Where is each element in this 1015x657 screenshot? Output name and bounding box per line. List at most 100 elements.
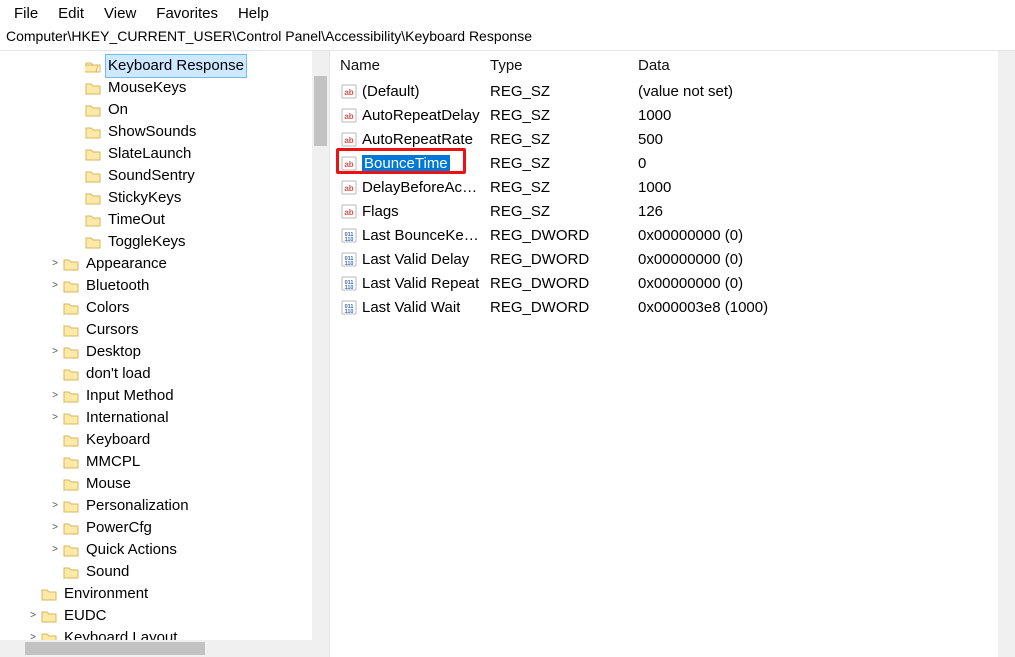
scrollbar-thumb[interactable] — [314, 76, 327, 146]
menu-edit[interactable]: Edit — [50, 3, 92, 24]
value-row[interactable]: Last Valid RepeatREG_DWORD0x00000000 (0) — [330, 271, 1015, 295]
value-row[interactable]: BounceTimeREG_SZ0 — [330, 151, 1015, 175]
tree-vertical-scrollbar[interactable] — [312, 51, 329, 640]
value-name-cell: AutoRepeatDelay — [330, 106, 480, 124]
address-bar[interactable]: Computer\HKEY_CURRENT_USER\Control Panel… — [0, 26, 1015, 50]
value-name: Last BounceKey ... — [362, 227, 480, 244]
chevron-right-icon[interactable]: > — [26, 605, 40, 627]
tree-item[interactable]: Cursors — [0, 319, 329, 341]
tree-item[interactable]: SoundSentry — [0, 165, 329, 187]
column-header-data[interactable]: Data — [628, 51, 988, 79]
chevron-right-icon[interactable]: > — [48, 341, 62, 363]
menubar: File Edit View Favorites Help — [0, 0, 1015, 26]
tree-item[interactable]: On — [0, 99, 329, 121]
tree-item[interactable]: >Desktop — [0, 341, 329, 363]
value-row[interactable]: AutoRepeatRateREG_SZ500 — [330, 127, 1015, 151]
menu-help[interactable]: Help — [230, 3, 277, 24]
value-row[interactable]: AutoRepeatDelayREG_SZ1000 — [330, 103, 1015, 127]
chevron-right-icon[interactable]: > — [48, 385, 62, 407]
column-header-type[interactable]: Type — [480, 51, 628, 79]
tree-item-label: ToggleKeys — [106, 231, 188, 253]
tree-item[interactable]: ShowSounds — [0, 121, 329, 143]
value-type: REG_SZ — [480, 179, 628, 196]
tree-item[interactable]: Keyboard — [0, 429, 329, 451]
value-name-cell: Last BounceKey ... — [330, 226, 480, 244]
value-name-cell: Last Valid Wait — [330, 298, 480, 316]
value-name: Last Valid Delay — [362, 251, 469, 268]
tree-item-label: EUDC — [62, 605, 109, 627]
tree-item[interactable]: > EUDC — [0, 605, 329, 627]
value-row[interactable]: (Default)REG_SZ(value not set) — [330, 79, 1015, 103]
tree-item[interactable]: Sound — [0, 561, 329, 583]
folder-icon — [84, 80, 102, 96]
tree-item[interactable]: >Bluetooth — [0, 275, 329, 297]
folder-icon — [84, 124, 102, 140]
value-row[interactable]: DelayBeforeAcc...REG_SZ1000 — [330, 175, 1015, 199]
tree-item[interactable]: SlateLaunch — [0, 143, 329, 165]
folder-icon — [84, 212, 102, 228]
value-name-cell: DelayBeforeAcc... — [330, 178, 480, 196]
tree-item[interactable]: StickyKeys — [0, 187, 329, 209]
folder-icon — [62, 498, 80, 514]
chevron-right-icon[interactable]: > — [48, 407, 62, 429]
chevron-right-icon[interactable]: > — [48, 517, 62, 539]
value-data: 0x00000000 (0) — [628, 227, 988, 244]
folder-icon — [62, 564, 80, 580]
string-value-icon — [340, 106, 358, 124]
tree-item[interactable]: > Personalization — [0, 495, 329, 517]
value-name-cell: BounceTime — [330, 154, 480, 172]
value-name: BounceTime — [362, 155, 450, 172]
value-row[interactable]: Last BounceKey ...REG_DWORD0x00000000 (0… — [330, 223, 1015, 247]
value-type: REG_SZ — [480, 107, 628, 124]
chevron-right-icon[interactable]: > — [48, 275, 62, 297]
tree-item[interactable]: >PowerCfg — [0, 517, 329, 539]
tree-item[interactable]: >International — [0, 407, 329, 429]
column-header-name[interactable]: Name — [330, 51, 480, 79]
tree-item[interactable]: TimeOut — [0, 209, 329, 231]
folder-icon — [62, 454, 80, 470]
chevron-right-icon[interactable]: > — [48, 253, 62, 275]
menu-view[interactable]: View — [96, 3, 144, 24]
values-list: (Default)REG_SZ(value not set)AutoRepeat… — [330, 79, 1015, 319]
string-value-icon — [340, 202, 358, 220]
value-type: REG_SZ — [480, 155, 628, 172]
folder-icon — [40, 586, 58, 602]
tree-item[interactable]: >Appearance — [0, 253, 329, 275]
value-row[interactable]: Last Valid WaitREG_DWORD0x000003e8 (1000… — [330, 295, 1015, 319]
tree-item[interactable]: >Quick Actions — [0, 539, 329, 561]
menu-file[interactable]: File — [6, 3, 46, 24]
binary-value-icon — [340, 226, 358, 244]
value-type: REG_DWORD — [480, 251, 628, 268]
tree-item[interactable]: Colors — [0, 297, 329, 319]
values-vertical-scrollbar[interactable] — [998, 51, 1015, 657]
registry-tree: Keyboard ResponseMouseKeysOnShowSoundsSl… — [0, 51, 329, 640]
value-data: 1000 — [628, 179, 988, 196]
value-data: 0x00000000 (0) — [628, 275, 988, 292]
folder-icon — [62, 366, 80, 382]
tree-item-label: TimeOut — [106, 209, 167, 231]
value-row[interactable]: FlagsREG_SZ126 — [330, 199, 1015, 223]
value-data: 500 — [628, 131, 988, 148]
tree-item[interactable]: Keyboard Response — [0, 55, 329, 77]
tree-item[interactable]: Mouse — [0, 473, 329, 495]
tree-item[interactable]: > Keyboard Layout — [0, 627, 329, 640]
tree-item[interactable]: >Input Method — [0, 385, 329, 407]
tree-item-label: Personalization — [84, 495, 191, 517]
value-row[interactable]: Last Valid DelayREG_DWORD0x00000000 (0) — [330, 247, 1015, 271]
value-name: Last Valid Repeat — [362, 275, 479, 292]
folder-icon — [84, 168, 102, 184]
tree-horizontal-scrollbar[interactable] — [0, 640, 329, 657]
value-name: Last Valid Wait — [362, 299, 460, 316]
menu-favorites[interactable]: Favorites — [148, 3, 226, 24]
tree-item[interactable]: don't load — [0, 363, 329, 385]
tree-item[interactable]: Environment — [0, 583, 329, 605]
chevron-right-icon[interactable]: > — [48, 495, 62, 517]
scrollbar-thumb[interactable] — [25, 642, 205, 655]
tree-item-label: don't load — [84, 363, 153, 385]
chevron-right-icon[interactable]: > — [26, 627, 40, 640]
chevron-right-icon[interactable]: > — [48, 539, 62, 561]
tree-item[interactable]: MMCPL — [0, 451, 329, 473]
tree-item[interactable]: MouseKeys — [0, 77, 329, 99]
tree-item-label: Keyboard Layout — [62, 627, 179, 640]
tree-item[interactable]: ToggleKeys — [0, 231, 329, 253]
